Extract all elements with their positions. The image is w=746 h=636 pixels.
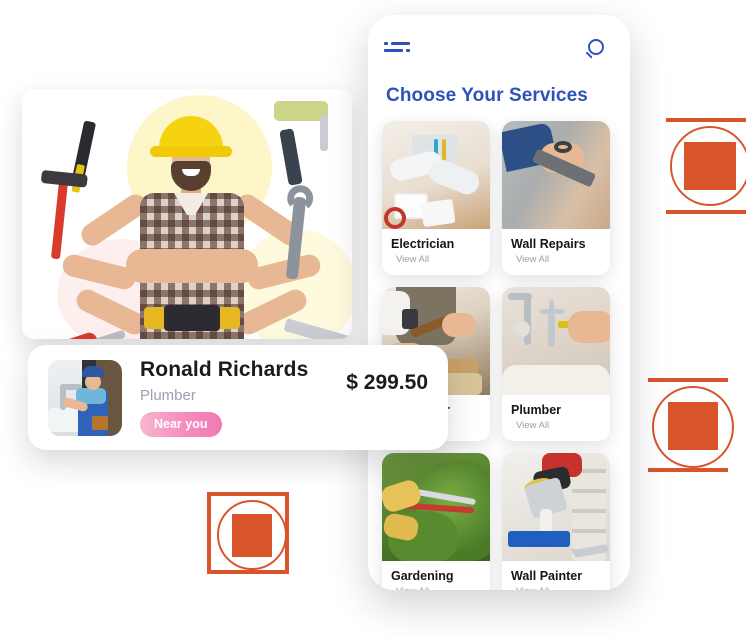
paint-roller-icon [274,101,328,151]
page-stage: Choose Your Services Electrician View Al… [0,0,746,636]
service-card-gardening[interactable]: Gardening View All [382,453,490,590]
service-title: Wall Painter [511,569,583,583]
service-card-meta: Wall Repairs View All [502,229,610,275]
view-all-link[interactable]: View All [391,586,481,590]
view-all-link[interactable]: View All [391,254,481,265]
hamburger-menu-icon[interactable] [384,42,410,58]
page-title: Choose Your Services [386,85,588,106]
electrician-photo [382,121,490,229]
wall-repairs-photo [502,121,610,229]
provider-info: Ronald Richards Plumber Near you [122,358,346,437]
service-card-meta: Gardening View All [382,561,490,590]
service-card-wall-painter[interactable]: Wall Painter View All [502,453,610,590]
ornament-square [684,142,736,190]
phone-header [368,15,630,85]
wall-painter-photo [502,453,610,561]
gardening-photo [382,453,490,561]
status-badge: Near you [140,412,222,437]
hero-folded-arms [126,249,258,283]
view-all-link[interactable]: View All [511,420,601,431]
circle-square-ornament-top-right [666,118,746,214]
service-card-meta: Plumber View All [502,395,610,441]
hero-tool-belt [144,305,240,331]
provider-name: Ronald Richards [140,358,309,381]
service-card-meta: Electrician View All [382,229,490,275]
provider-price: $ 299.50 [346,371,428,394]
circle-square-ornament-mid-right [648,378,746,474]
phone-panel: Choose Your Services Electrician View Al… [368,15,630,590]
ornament-square [232,514,272,557]
ornament-bar-bottom [648,468,728,472]
provider-profile-card[interactable]: Ronald Richards Plumber Near you $ 299.5… [28,345,448,450]
service-card-plumber[interactable]: Plumber View All [502,287,610,441]
view-all-link[interactable]: View All [511,254,601,265]
service-title: Gardening [391,569,454,583]
view-all-link[interactable]: View All [511,586,601,590]
ornament-square [668,402,718,450]
provider-role: Plumber [140,387,196,404]
service-card-meta: Wall Painter View All [502,561,610,590]
ornament-bar-top [648,378,728,382]
service-card-wall-repairs[interactable]: Wall Repairs View All [502,121,610,275]
service-title: Electrician [391,237,455,251]
ornament-bar-top [666,118,746,122]
service-title: Wall Repairs [511,237,586,251]
square-circle-ornament-bottom-left [207,492,289,574]
service-title: Plumber [511,403,562,417]
search-icon[interactable] [584,38,608,62]
hero-image [22,89,352,339]
plumber-photo [502,287,610,395]
service-card-electrician[interactable]: Electrician View All [382,121,490,275]
ornament-bar-bottom [666,210,746,214]
avatar [48,359,122,436]
